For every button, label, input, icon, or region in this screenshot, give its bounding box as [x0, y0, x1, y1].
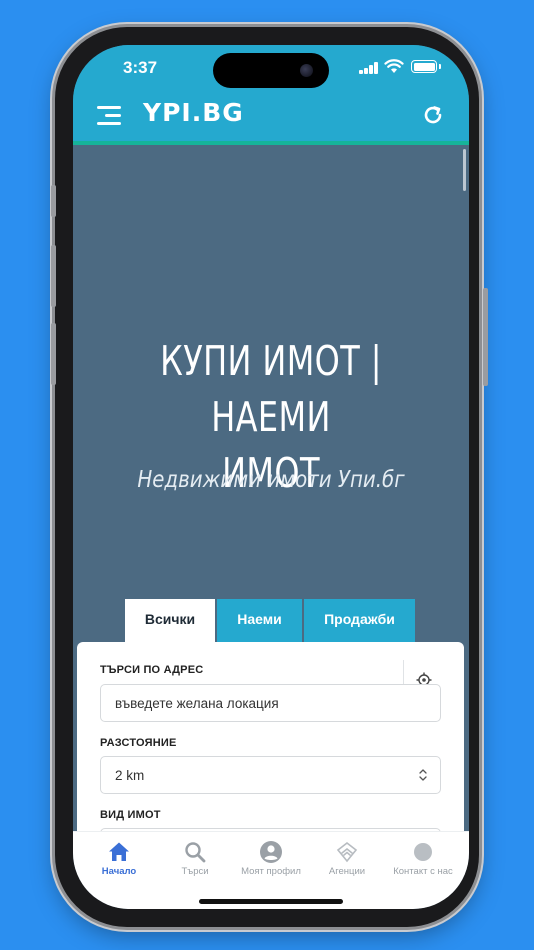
nav-agencies[interactable]: Агенции — [307, 832, 387, 892]
hero-subtitle: Недвижими имоти Упи.бг — [137, 467, 405, 493]
nav-label: Контакт с нас — [393, 866, 453, 877]
tab-rent[interactable]: Наеми — [217, 599, 302, 643]
silent-switch — [51, 185, 56, 217]
status-time: 3:37 — [123, 58, 158, 77]
nav-contact[interactable]: Контакт с нас — [383, 832, 463, 892]
address-input[interactable] — [101, 685, 440, 721]
agencies-icon — [336, 841, 358, 863]
wifi-icon — [384, 59, 404, 73]
address-field[interactable] — [100, 684, 441, 722]
address-label: ТЪРСИ ПО АДРЕС — [100, 664, 204, 676]
scrollbar[interactable] — [463, 149, 466, 191]
battery-icon — [411, 60, 441, 73]
volume-down-button — [51, 323, 56, 385]
menu-button[interactable] — [97, 103, 125, 127]
nav-label: Начало — [101, 866, 137, 877]
nav-profile[interactable]: Моят профил — [231, 832, 311, 892]
tab-all[interactable]: Всички — [125, 599, 215, 645]
profile-icon — [260, 841, 282, 863]
distance-label: РАЗСТОЯНИЕ — [100, 737, 177, 749]
distance-value: 2 km — [115, 768, 145, 783]
nav-label: Агенции — [328, 866, 366, 877]
front-camera — [300, 64, 313, 77]
signal-icon — [359, 62, 379, 74]
tab-sale[interactable]: Продажби — [304, 599, 415, 643]
select-arrows-icon — [419, 769, 427, 781]
property-type-label: ВИД ИМОТ — [100, 809, 161, 821]
search-icon — [185, 842, 206, 863]
volume-up-button — [51, 245, 56, 307]
home-indicator[interactable] — [199, 899, 343, 904]
bottom-nav: Начало Търси Моят профил Агенции Контакт… — [73, 831, 469, 909]
contact-icon — [414, 843, 432, 861]
hero-title-line1: КУПИ ИМОТ | НАЕМИ — [160, 337, 382, 441]
home-icon — [109, 842, 129, 861]
refresh-icon[interactable] — [421, 103, 445, 127]
nav-label: Търси — [181, 866, 209, 877]
search-form: ТЪРСИ ПО АДРЕС РАЗСТОЯНИЕ 2 km ВИД ИМОТ — [77, 642, 464, 866]
distance-select[interactable]: 2 km — [100, 756, 441, 794]
nav-search[interactable]: Търси — [155, 832, 235, 892]
dynamic-island — [213, 53, 329, 88]
app-logo: YPI.BG — [143, 98, 244, 127]
app-header: YPI.BG — [73, 95, 469, 145]
nav-home[interactable]: Начало — [79, 832, 159, 892]
power-button — [483, 288, 488, 386]
nav-label: Моят профил — [241, 866, 301, 877]
status-bar: 3:37 — [73, 45, 469, 95]
app-screen: 3:37 YPI.BG КУПИ ИМОТ | НАЕМИ ИМОТ Недви… — [73, 45, 469, 909]
